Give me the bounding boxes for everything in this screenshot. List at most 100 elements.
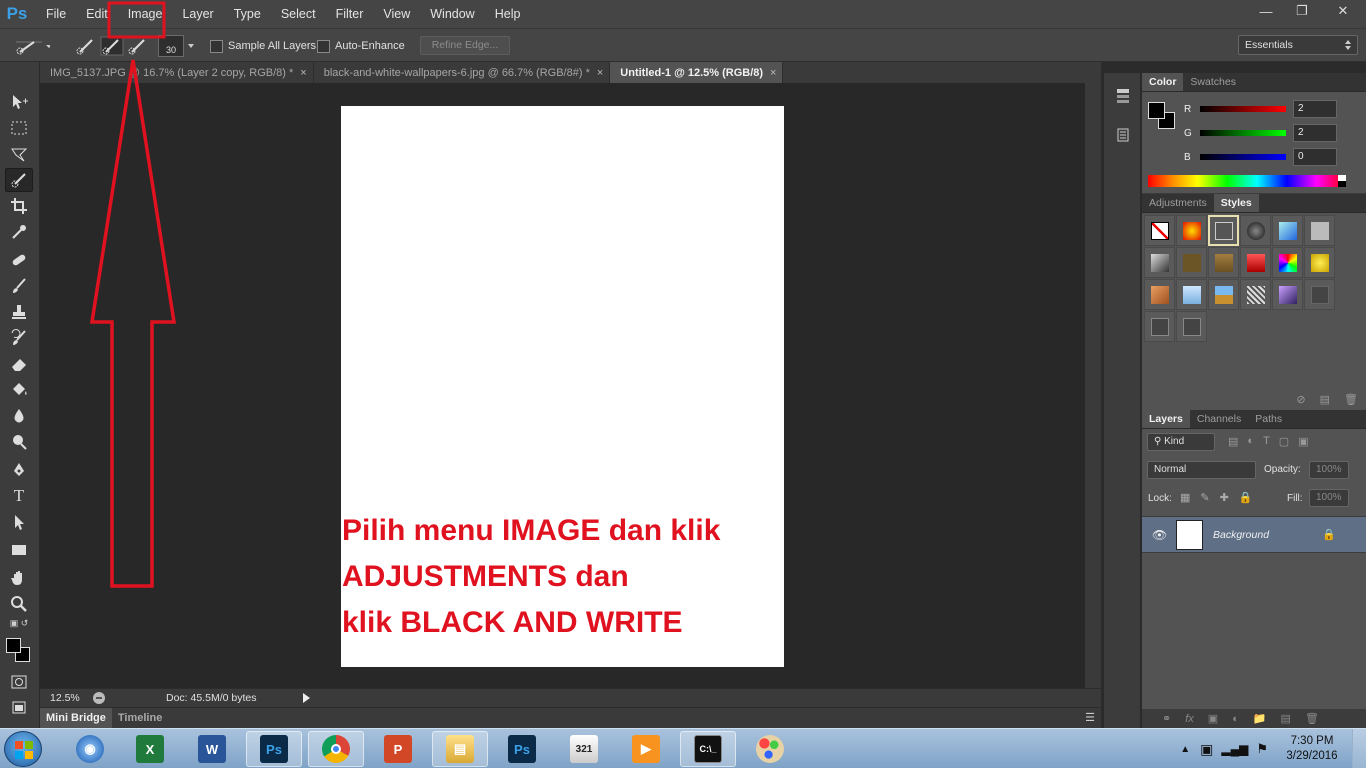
- restore-button[interactable]: ❐: [1284, 0, 1320, 22]
- auto-enhance-option[interactable]: Auto-Enhance: [317, 29, 405, 63]
- screen-mode-tool[interactable]: [5, 696, 33, 720]
- doc-tab-untitled-1[interactable]: Untitled-1 @ 12.5% (RGB/8) ×: [610, 62, 784, 83]
- style-swatch[interactable]: [1304, 279, 1335, 310]
- taskbar-app-excel[interactable]: X: [122, 731, 178, 767]
- taskbar-app-powerpoint[interactable]: P: [370, 731, 426, 767]
- lock-all-icon[interactable]: 🔒: [1239, 491, 1253, 504]
- flag-icon[interactable]: ⚑: [1256, 741, 1268, 757]
- style-swatch[interactable]: [1176, 215, 1207, 246]
- menu-file[interactable]: File: [36, 0, 76, 28]
- adjustment-filter-icon[interactable]: ◐: [1247, 435, 1254, 448]
- taskbar-app-photoshop[interactable]: Ps: [246, 731, 302, 767]
- tab-mini-bridge[interactable]: Mini Bridge: [40, 708, 112, 728]
- style-swatch[interactable]: [1304, 215, 1335, 246]
- style-swatch[interactable]: [1272, 247, 1303, 278]
- style-swatch[interactable]: [1176, 279, 1207, 310]
- show-desktop-button[interactable]: [1352, 729, 1366, 768]
- new-style-icon[interactable]: ▤: [1320, 393, 1330, 406]
- swap-colors[interactable]: ▣ ↺: [3, 616, 35, 630]
- eyedropper-tool[interactable]: [5, 220, 33, 244]
- status-menu-arrow-icon[interactable]: [300, 691, 312, 705]
- clear-style-icon[interactable]: ⊘: [1296, 393, 1305, 406]
- brush-size-dropdown[interactable]: [186, 29, 196, 63]
- healing-brush-tool[interactable]: [5, 248, 33, 272]
- menu-image[interactable]: Image: [118, 0, 173, 28]
- dodge-tool[interactable]: [5, 430, 33, 454]
- style-swatch[interactable]: [1208, 215, 1239, 246]
- sample-all-layers-option[interactable]: Sample All Layers: [210, 29, 316, 63]
- menu-view[interactable]: View: [373, 0, 420, 28]
- type-filter-icon[interactable]: T: [1263, 435, 1270, 448]
- layer-kind-filter[interactable]: ⚲ Kind: [1147, 433, 1215, 451]
- tool-preset-picker[interactable]: [6, 29, 50, 63]
- marquee-tool[interactable]: [5, 116, 33, 140]
- move-tool[interactable]: [5, 90, 33, 114]
- close-tab-icon[interactable]: ×: [770, 67, 776, 79]
- menu-help[interactable]: Help: [485, 0, 531, 28]
- tab-color[interactable]: Color: [1142, 73, 1184, 91]
- pixel-filter-icon[interactable]: ▤: [1228, 435, 1238, 448]
- style-swatch[interactable]: [1240, 247, 1271, 278]
- paint-bucket-tool[interactable]: [5, 378, 33, 402]
- fill-field[interactable]: 100%: [1309, 489, 1349, 507]
- panel-menu-icon[interactable]: ☰: [1085, 711, 1095, 724]
- pen-tool[interactable]: [5, 458, 33, 482]
- style-swatch[interactable]: [1240, 215, 1271, 246]
- blend-mode-select[interactable]: Normal: [1147, 461, 1256, 479]
- hand-tool[interactable]: [5, 566, 33, 590]
- clock[interactable]: 7:30 PM 3/29/2016: [1272, 734, 1352, 764]
- tab-adjustments[interactable]: Adjustments: [1142, 194, 1214, 212]
- lock-image-icon[interactable]: ✎: [1200, 491, 1209, 504]
- taskbar-app-video-editor[interactable]: 321: [556, 731, 612, 767]
- new-group-icon[interactable]: 📁: [1253, 712, 1267, 725]
- blue-channel-value[interactable]: 0: [1293, 148, 1337, 166]
- tab-swatches[interactable]: Swatches: [1183, 73, 1243, 91]
- foreground-color-swatch[interactable]: [6, 638, 21, 653]
- eraser-tool[interactable]: [5, 352, 33, 376]
- menu-edit[interactable]: Edit: [76, 0, 118, 28]
- rectangle-tool[interactable]: [5, 538, 33, 562]
- history-panel-button[interactable]: [1112, 87, 1134, 109]
- doc-tab-img-5137[interactable]: IMG_5137.JPG @ 16.7% (Layer 2 copy, RGB/…: [40, 62, 314, 83]
- red-channel-value[interactable]: 2: [1293, 100, 1337, 118]
- properties-panel-button[interactable]: [1112, 127, 1134, 149]
- taskbar-app-file-explorer[interactable]: ▤: [432, 731, 488, 767]
- close-tab-icon[interactable]: ×: [597, 67, 603, 79]
- style-swatch[interactable]: [1144, 311, 1175, 342]
- style-swatch[interactable]: [1144, 247, 1175, 278]
- menu-filter[interactable]: Filter: [326, 0, 374, 28]
- status-info-icon[interactable]: [92, 691, 106, 705]
- crop-tool[interactable]: [5, 194, 33, 218]
- taskbar-app-media-player[interactable]: ◉: [62, 731, 118, 767]
- minimize-button[interactable]: —: [1248, 0, 1284, 22]
- history-brush-tool[interactable]: [5, 326, 33, 350]
- tab-layers[interactable]: Layers: [1142, 410, 1190, 428]
- brush-tool[interactable]: [5, 274, 33, 298]
- workspace-select[interactable]: Essentials: [1238, 35, 1358, 55]
- tab-timeline[interactable]: Timeline: [112, 708, 168, 728]
- action-center-icon[interactable]: ▣: [1200, 741, 1213, 758]
- blur-tool[interactable]: [5, 404, 33, 428]
- style-swatch[interactable]: [1208, 279, 1239, 310]
- doc-tab-black-and-white[interactable]: black-and-white-wallpapers-6.jpg @ 66.7%…: [314, 62, 611, 83]
- sample-all-layers-checkbox[interactable]: [210, 39, 223, 53]
- menu-select[interactable]: Select: [271, 0, 326, 28]
- style-swatch[interactable]: [1176, 247, 1207, 278]
- lock-position-icon[interactable]: ✚: [1220, 491, 1229, 504]
- add-mask-icon[interactable]: ▣: [1208, 712, 1218, 725]
- color-spectrum[interactable]: [1148, 175, 1346, 187]
- style-swatch[interactable]: [1272, 215, 1303, 246]
- brush-size-picker[interactable]: 30: [158, 35, 184, 57]
- type-tool[interactable]: T: [5, 484, 33, 508]
- delete-layer-icon[interactable]: 🗑: [1305, 712, 1319, 725]
- link-layers-icon[interactable]: ⚭: [1162, 712, 1171, 725]
- close-tab-icon[interactable]: ×: [300, 67, 306, 79]
- style-swatch[interactable]: [1304, 247, 1335, 278]
- red-channel-slider[interactable]: [1200, 106, 1286, 112]
- subtract-from-selection-brush[interactable]: [126, 29, 150, 63]
- zoom-level[interactable]: 12.5%: [44, 691, 92, 706]
- start-button[interactable]: [4, 731, 42, 767]
- tab-paths[interactable]: Paths: [1248, 410, 1289, 428]
- lock-transparent-icon[interactable]: ▦: [1180, 491, 1190, 504]
- delete-style-icon[interactable]: 🗑: [1344, 393, 1358, 406]
